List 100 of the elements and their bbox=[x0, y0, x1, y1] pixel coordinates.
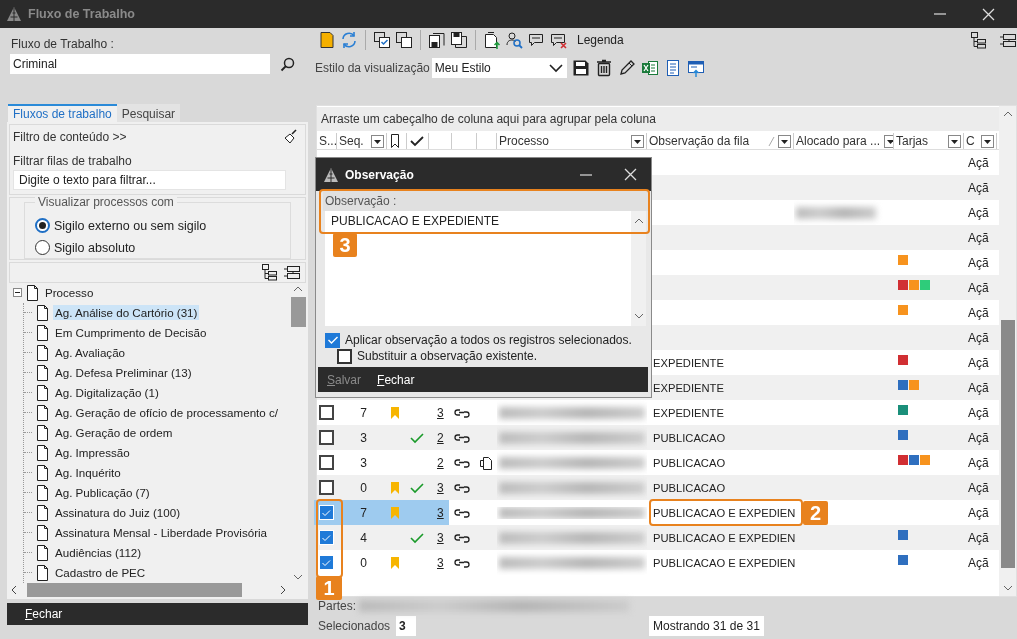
search-button[interactable] bbox=[279, 55, 296, 73]
window-title: Fluxo de Trabalho bbox=[28, 7, 136, 21]
comment-icon[interactable] bbox=[527, 31, 545, 49]
tree-item[interactable]: Ag. Defesa Preliminar (13) bbox=[53, 365, 194, 381]
tree-item[interactable]: Ag. Avaliação bbox=[53, 345, 128, 361]
filter-toggle-link[interactable]: Filtro de conteúdo >> bbox=[13, 130, 127, 144]
legend-button[interactable]: Legenda bbox=[571, 33, 624, 47]
floppy-copy-icon[interactable] bbox=[450, 31, 468, 49]
column-header[interactable] bbox=[407, 133, 429, 149]
user-search-icon[interactable] bbox=[505, 31, 523, 49]
column-header[interactable]: Observação da fila bbox=[647, 133, 794, 149]
table-row[interactable]: 4 3 PUBLICACAO E EXPEDIEN Açã bbox=[317, 525, 999, 550]
count-link[interactable]: 3 bbox=[431, 555, 444, 570]
radio-button[interactable] bbox=[35, 240, 50, 256]
table-row[interactable]: 0 3 PUBLICACAO Açã bbox=[317, 475, 999, 500]
note-icon[interactable] bbox=[318, 31, 336, 49]
column-header[interactable]: S... bbox=[317, 133, 337, 149]
row-checkbox[interactable] bbox=[319, 430, 334, 445]
tree-view-icon[interactable] bbox=[969, 31, 987, 49]
tree-item[interactable]: Em Cumprimento de Decisão bbox=[53, 325, 209, 341]
document-upload-icon[interactable] bbox=[483, 31, 501, 49]
tree-item[interactable]: Assinatura Mensal - Liberdade Provisória bbox=[53, 525, 269, 541]
field-label: Observação : bbox=[323, 191, 648, 211]
page-icon bbox=[36, 383, 49, 402]
table-cell: Açã bbox=[968, 255, 989, 270]
chevron-left-icon bbox=[9, 583, 19, 596]
list-view-icon[interactable] bbox=[283, 263, 301, 282]
checkmark-icon bbox=[322, 509, 331, 516]
floppy-stack-icon[interactable] bbox=[428, 31, 446, 49]
count-link[interactable]: 3 bbox=[431, 530, 444, 545]
table-cell: Açã bbox=[968, 555, 989, 570]
list-view-icon[interactable] bbox=[999, 31, 1017, 49]
filter-field[interactable]: Digite o texto para filtrar... bbox=[13, 170, 286, 190]
vertical-scrollbar[interactable] bbox=[999, 106, 1016, 596]
tree-item[interactable]: Cadastro de PEC bbox=[53, 565, 148, 581]
table-cell: Açã bbox=[968, 305, 989, 320]
page-icon bbox=[36, 523, 49, 542]
count-link[interactable]: 3 bbox=[431, 480, 444, 495]
tab[interactable]: Fluxos de trabalho bbox=[8, 104, 117, 122]
column-header[interactable]: Alocado para ... bbox=[794, 133, 894, 149]
app-logo-icon bbox=[6, 6, 22, 22]
filter-dropdown-icon[interactable] bbox=[631, 134, 644, 148]
select-all-icon[interactable] bbox=[373, 31, 391, 49]
close-button[interactable]: Fechar bbox=[25, 605, 63, 623]
filter-dropdown-icon[interactable] bbox=[948, 134, 961, 148]
pencil-icon[interactable] bbox=[617, 59, 636, 77]
checkbox[interactable] bbox=[337, 348, 352, 364]
excel-icon[interactable] bbox=[640, 59, 659, 77]
tree-item[interactable]: Assinatura do Juiz (100) bbox=[53, 505, 183, 521]
tree-item[interactable]: Ag. Inquérito bbox=[53, 465, 123, 481]
page-icon bbox=[36, 463, 49, 482]
tree-item[interactable]: Ag. Geração de ofício de processamento c/ bbox=[53, 405, 280, 421]
table-row[interactable]: 3 2 PUBLICACAO Açã bbox=[317, 425, 999, 450]
checkbox[interactable] bbox=[325, 332, 340, 348]
page-icon bbox=[36, 483, 49, 502]
filter-dropdown-icon[interactable] bbox=[778, 134, 791, 148]
tree-item[interactable]: Ag. Análise do Cartório (31) bbox=[53, 305, 200, 321]
filter-dropdown-icon[interactable] bbox=[371, 134, 384, 148]
tree-item[interactable]: Audiências (112) bbox=[53, 545, 144, 561]
table-cell: Açã bbox=[968, 405, 989, 420]
export-icon[interactable] bbox=[686, 59, 705, 77]
count-link[interactable]: 2 bbox=[431, 430, 444, 445]
row-checkbox[interactable] bbox=[319, 405, 334, 420]
tree-item[interactable]: Processo bbox=[43, 285, 96, 301]
filter-dropdown-icon[interactable] bbox=[884, 134, 893, 148]
checkmark-icon bbox=[322, 559, 331, 566]
copy-icon[interactable] bbox=[395, 31, 413, 49]
filter-dropdown-icon[interactable] bbox=[981, 134, 994, 148]
count-link[interactable]: 3 bbox=[431, 505, 444, 520]
scrollbar-thumb[interactable] bbox=[290, 296, 306, 327]
column-header[interactable]: Processo bbox=[497, 133, 647, 149]
radio-label: Sigilo externo ou sem sigilo bbox=[54, 218, 207, 233]
scrollbar-thumb[interactable] bbox=[1000, 320, 1015, 568]
collapse-icon[interactable] bbox=[13, 288, 22, 298]
tree-item[interactable]: Ag. Impressão bbox=[53, 445, 132, 461]
step-marker: 1 bbox=[316, 576, 342, 600]
style-dropdown[interactable]: Meu Estilo bbox=[431, 58, 567, 78]
column-header[interactable]: C bbox=[964, 133, 997, 149]
count-link[interactable]: 3 bbox=[431, 405, 444, 420]
record-count: Mostrando 31 de 31 bbox=[649, 616, 764, 636]
workflow-field[interactable]: Criminal bbox=[10, 54, 270, 74]
count-link[interactable]: 2 bbox=[431, 455, 444, 470]
broom-icon[interactable] bbox=[282, 129, 298, 145]
column-header[interactable]: Seq. bbox=[337, 133, 387, 149]
comment-delete-icon[interactable] bbox=[549, 31, 567, 49]
column-header[interactable]: Tarjas bbox=[894, 133, 964, 149]
radio-button[interactable] bbox=[35, 218, 50, 234]
tree-item[interactable]: Ag. Geração de ordem bbox=[53, 425, 175, 441]
table-cell: Açã bbox=[968, 280, 989, 295]
save-icon[interactable] bbox=[571, 59, 590, 77]
bookmark-outline-icon bbox=[389, 133, 401, 149]
vertical-scrollbar[interactable] bbox=[631, 211, 646, 326]
step-marker: 3 bbox=[333, 233, 357, 257]
tree-item[interactable]: Ag. Publicação (7) bbox=[53, 485, 152, 501]
tab[interactable]: Pesquisar bbox=[116, 104, 181, 122]
trash-icon[interactable] bbox=[594, 59, 613, 77]
tree-view-icon[interactable] bbox=[260, 263, 278, 282]
row-checkbox[interactable] bbox=[319, 480, 334, 495]
tree-item[interactable]: Ag. Digitalização (1) bbox=[53, 385, 161, 401]
row-checkbox[interactable] bbox=[319, 455, 334, 470]
